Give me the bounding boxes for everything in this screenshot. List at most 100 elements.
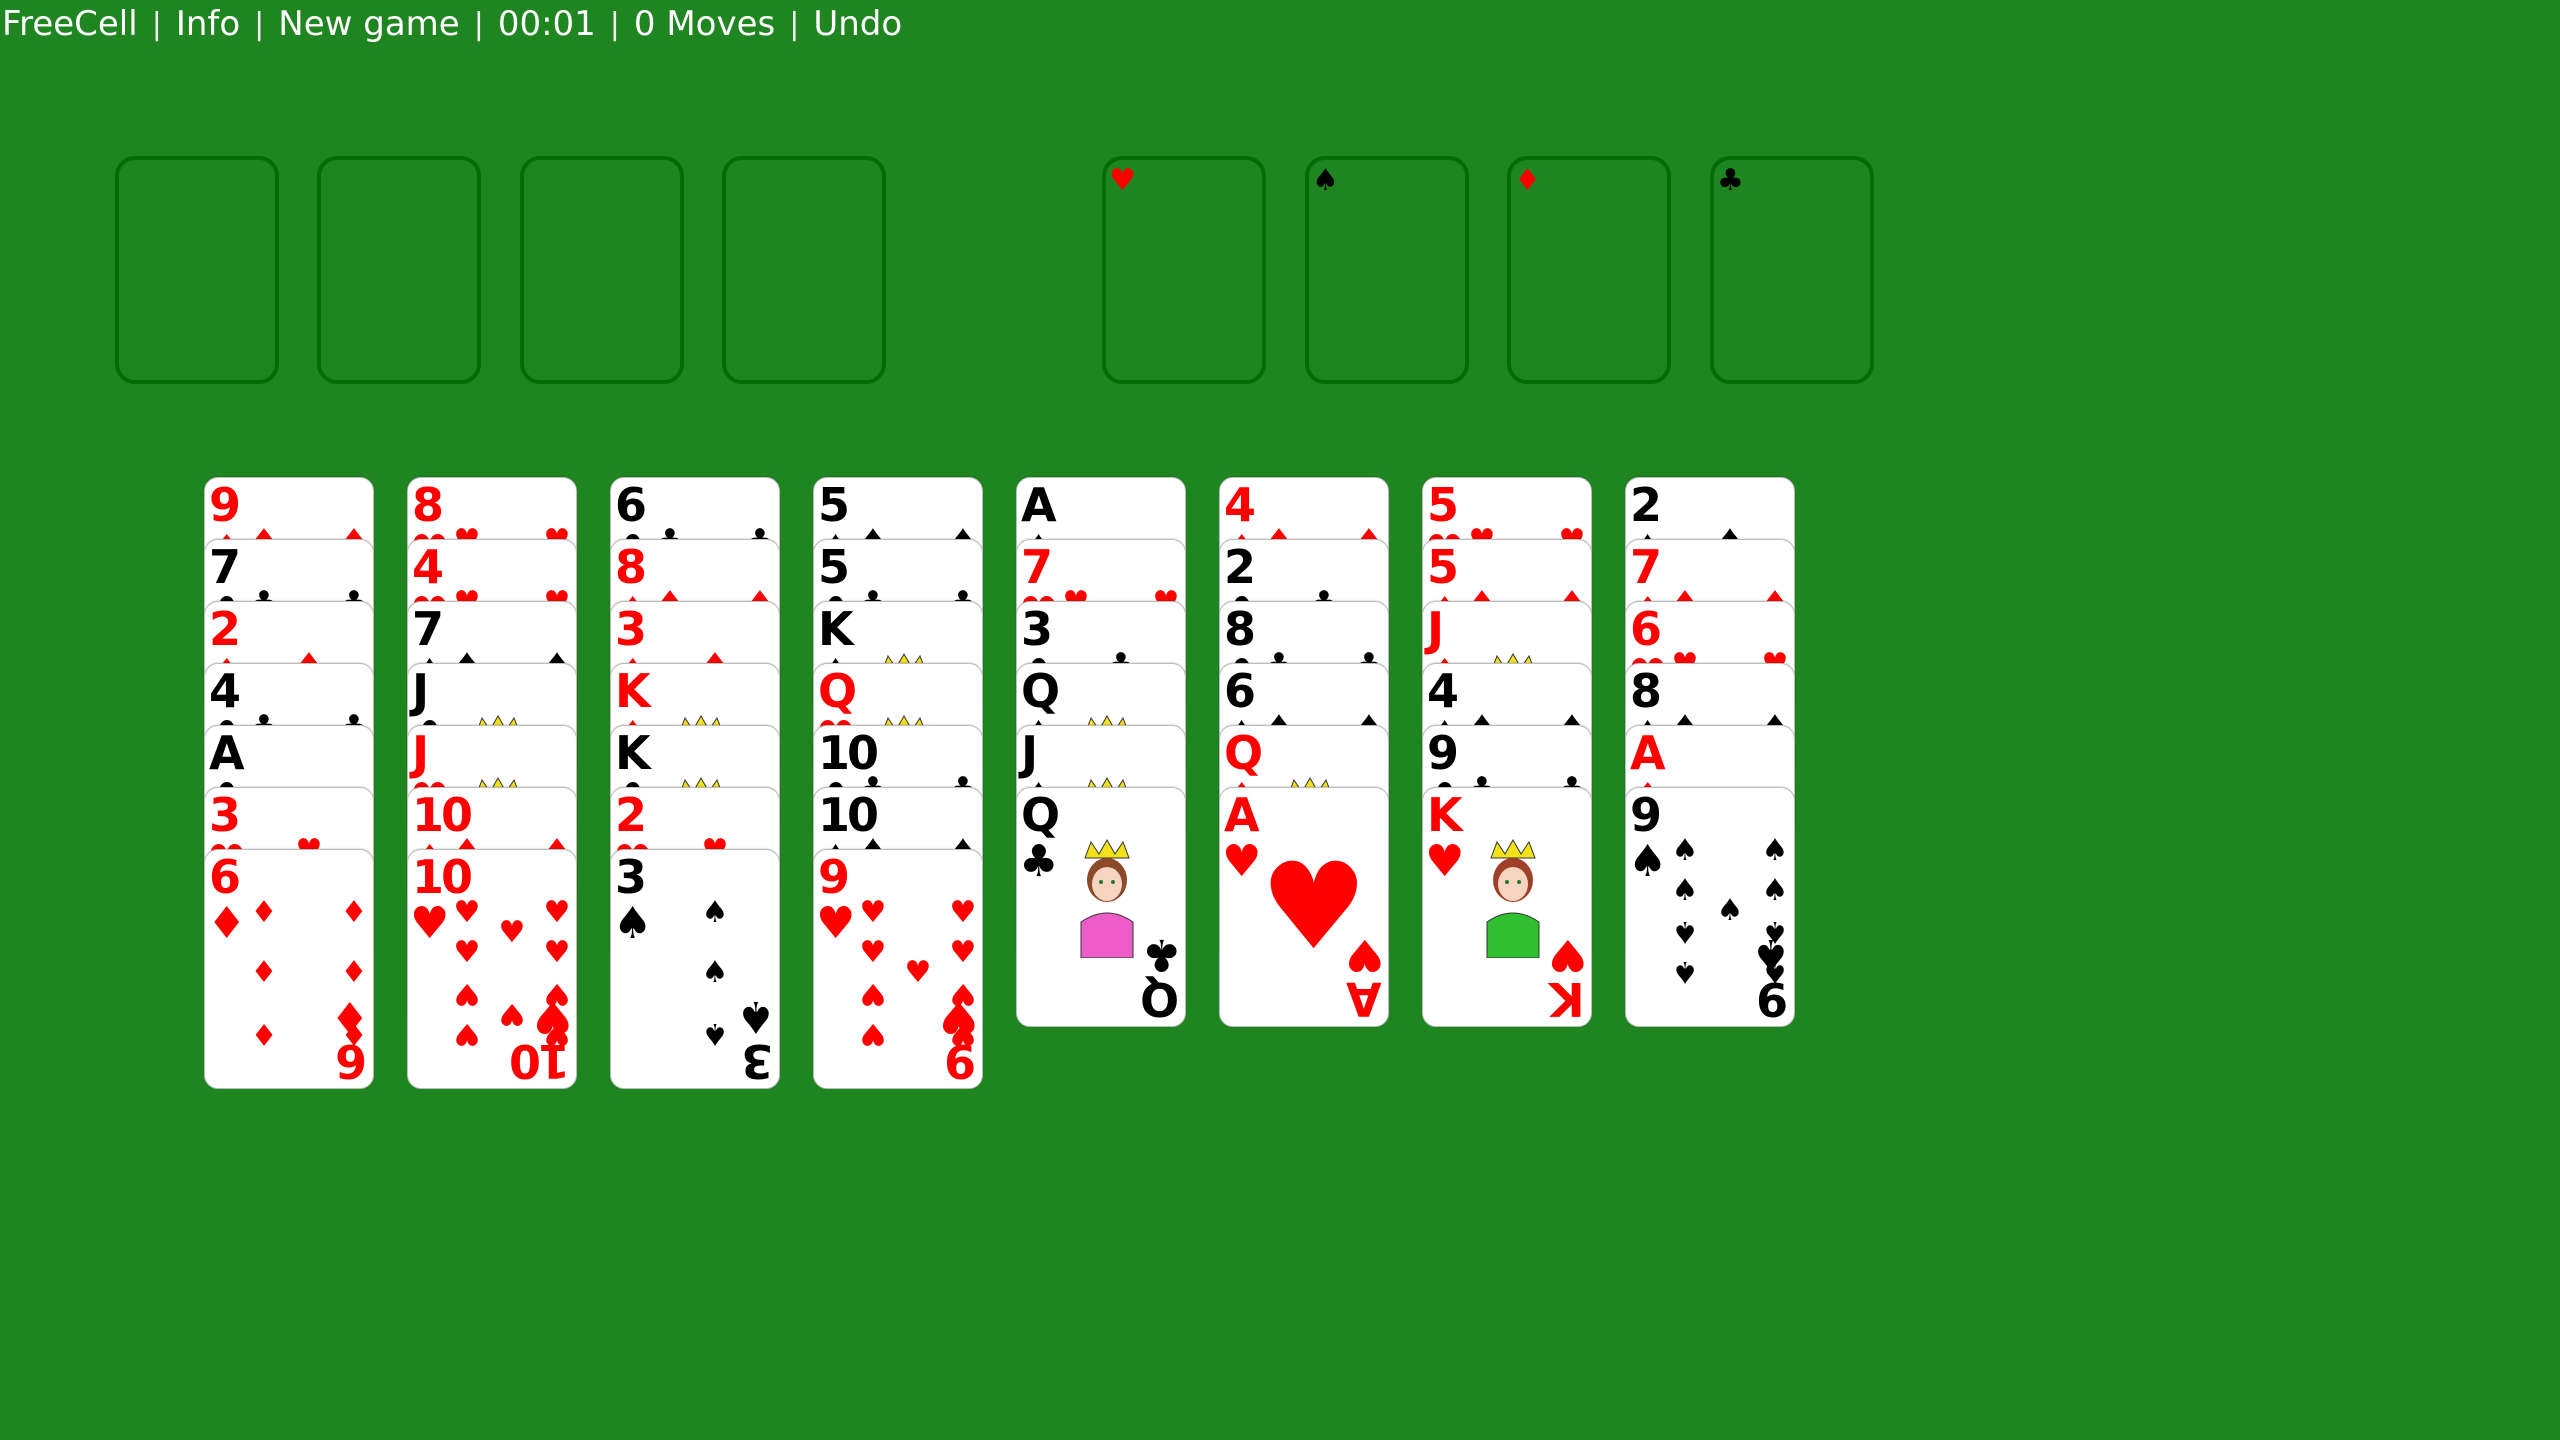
card-rank: 4 xyxy=(1224,478,1256,532)
heart-pip-icon: ♥ xyxy=(453,976,481,1011)
hearts-icon: ♥ xyxy=(1109,163,1136,198)
card-rank: 8 xyxy=(1224,602,1256,656)
free-cell-1[interactable] xyxy=(115,156,279,384)
card-rank: 8 xyxy=(412,478,444,532)
card-rank: J xyxy=(1021,726,1038,780)
undo-link[interactable]: Undo xyxy=(813,4,902,44)
spade-pip-icon: ♠ xyxy=(1761,954,1789,989)
heart-pip-icon: ♥ xyxy=(859,976,887,1011)
app-title: FreeCell xyxy=(2,4,138,44)
heart-icon: ♥ xyxy=(1547,929,1587,980)
card-rank: 3 xyxy=(615,850,647,904)
card-3-of-spades[interactable]: 3 ♠ 3 ♠ ♠ ♠ ♠ xyxy=(610,849,780,1089)
card-rank: Q xyxy=(1224,726,1263,780)
card-k-of-hearts[interactable]: K ♥ K ♥ xyxy=(1422,787,1592,1027)
card-rank: 5 xyxy=(818,478,850,532)
card-9-of-spades[interactable]: 9 ♠ 9 ♠ ♠ ♠ ♠ ♠ ♠ ♠ ♠ ♠ ♠ xyxy=(1625,787,1795,1027)
heart-pip-icon: ♥ xyxy=(453,1016,481,1051)
card-rank: 3 xyxy=(1021,602,1053,656)
spade-pip-icon: ♠ xyxy=(1671,833,1699,868)
free-cell-3[interactable] xyxy=(520,156,684,384)
card-rank: 5 xyxy=(818,540,850,594)
heart-pip-icon: ♥ xyxy=(949,976,977,1011)
diamond-pip-icon: ♦ xyxy=(250,1016,278,1051)
card-a-of-hearts[interactable]: A ♥ A ♥ ♥ xyxy=(1219,787,1389,1027)
diamond-pip-icon: ♦ xyxy=(340,1016,368,1051)
heart-pip-icon: ♥ xyxy=(859,1016,887,1051)
club-icon: ♣ xyxy=(1141,929,1181,980)
new-game-link[interactable]: New game xyxy=(278,4,459,44)
heart-pip-icon: ♥ xyxy=(949,1016,977,1051)
card-rank: 6 xyxy=(1630,602,1662,656)
card-rank: K xyxy=(818,602,854,656)
card-10-of-hearts[interactable]: 10 ♥ 10 ♥ ♥ ♥ ♥ ♥ ♥ ♥ ♥ ♥ ♥ ♥ xyxy=(407,849,577,1089)
spade-pip-icon: ♠ xyxy=(1671,954,1699,989)
card-rank: Q xyxy=(818,664,857,718)
diamond-pip-icon: ♦ xyxy=(340,955,368,990)
card-rank: 4 xyxy=(1427,664,1459,718)
card-9-of-hearts[interactable]: 9 ♥ 9 ♥ ♥ ♥ ♥ ♥ ♥ ♥ ♥ ♥ ♥ xyxy=(813,849,983,1089)
heart-pip-icon: ♥ xyxy=(543,895,571,930)
foundation-diamonds[interactable]: ♦ xyxy=(1507,156,1671,384)
spade-pip-icon: ♠ xyxy=(701,1016,729,1051)
card-rank-bottom: K xyxy=(1552,972,1585,1026)
heart-pip-icon: ♥ xyxy=(949,895,977,930)
foundation-spades[interactable]: ♠ xyxy=(1305,156,1469,384)
heart-pip-icon: ♥ xyxy=(498,996,526,1031)
spade-pip-icon: ♠ xyxy=(1761,833,1789,868)
card-rank: 10 xyxy=(412,850,473,904)
spade-pip-icon: ♠ xyxy=(1671,873,1699,908)
card-rank: 4 xyxy=(412,540,444,594)
card-rank: Q xyxy=(1021,664,1060,718)
pip-area: ♥ ♥ ♥ ♥ ♥ ♥ ♥ ♥ ♥ xyxy=(858,898,977,1052)
card-rank: 8 xyxy=(1630,664,1662,718)
separator: | xyxy=(254,6,265,42)
card-q-of-clubs[interactable]: Q ♣ Q ♣ xyxy=(1016,787,1186,1027)
card-rank: J xyxy=(412,726,429,780)
heart-pip-icon: ♥ xyxy=(859,935,887,970)
clubs-icon: ♣ xyxy=(1717,163,1744,198)
separator: | xyxy=(151,6,162,42)
foundation-clubs[interactable]: ♣ xyxy=(1710,156,1874,384)
spade-pip-icon: ♠ xyxy=(1761,873,1789,908)
free-cell-4[interactable] xyxy=(722,156,886,384)
card-6-of-diamonds[interactable]: 6 ♦ 6 ♦ ♦ ♦ ♦ ♦ ♦ ♦ xyxy=(204,849,374,1089)
pip-area: ♥ ♥ ♥ ♥ ♥ ♥ ♥ ♥ ♥ ♥ xyxy=(452,898,571,1052)
card-rank: K xyxy=(615,664,651,718)
card-rank: 9 xyxy=(1630,788,1662,842)
queen-portrait xyxy=(1067,838,1147,959)
free-cell-2[interactable] xyxy=(317,156,481,384)
diamonds-icon: ♦ xyxy=(1514,163,1541,198)
card-rank: 9 xyxy=(1427,726,1459,780)
card-rank: A xyxy=(1021,478,1057,532)
foundation-hearts[interactable]: ♥ xyxy=(1102,156,1266,384)
info-link[interactable]: Info xyxy=(176,4,240,44)
card-rank: 10 xyxy=(818,726,879,780)
diamond-pip-icon: ♦ xyxy=(340,895,368,930)
card-rank: 7 xyxy=(1630,540,1662,594)
spades-icon: ♠ xyxy=(1312,163,1339,198)
heart-pip-icon: ♥ xyxy=(949,935,977,970)
pip-area: ♦ ♦ ♦ ♦ ♦ ♦ xyxy=(249,898,368,1052)
spade-icon: ♠ xyxy=(613,898,653,949)
card-rank: 8 xyxy=(615,540,647,594)
pip-area: ♠ ♠ ♠ xyxy=(655,895,745,1052)
card-rank: J xyxy=(412,664,429,718)
card-rank: K xyxy=(615,726,651,780)
card-rank: 10 xyxy=(818,788,879,842)
card-rank: 7 xyxy=(412,602,444,656)
heart-pip-icon: ♥ xyxy=(453,935,481,970)
card-rank: 3 xyxy=(615,602,647,656)
diamond-icon: ♦ xyxy=(207,898,247,949)
spade-pip-icon: ♠ xyxy=(701,895,729,930)
spade-pip-icon: ♠ xyxy=(1716,893,1744,928)
card-rank: K xyxy=(1427,788,1463,842)
card-rank: 5 xyxy=(1427,478,1459,532)
spade-pip-icon: ♠ xyxy=(1671,914,1699,949)
heart-pip-icon: ♥ xyxy=(498,915,526,950)
heart-pip-icon: ♥ xyxy=(543,935,571,970)
card-rank: 2 xyxy=(209,602,241,656)
heart-icon: ♥ xyxy=(816,898,856,949)
card-rank: Q xyxy=(1021,788,1060,842)
card-rank: 2 xyxy=(1224,540,1256,594)
